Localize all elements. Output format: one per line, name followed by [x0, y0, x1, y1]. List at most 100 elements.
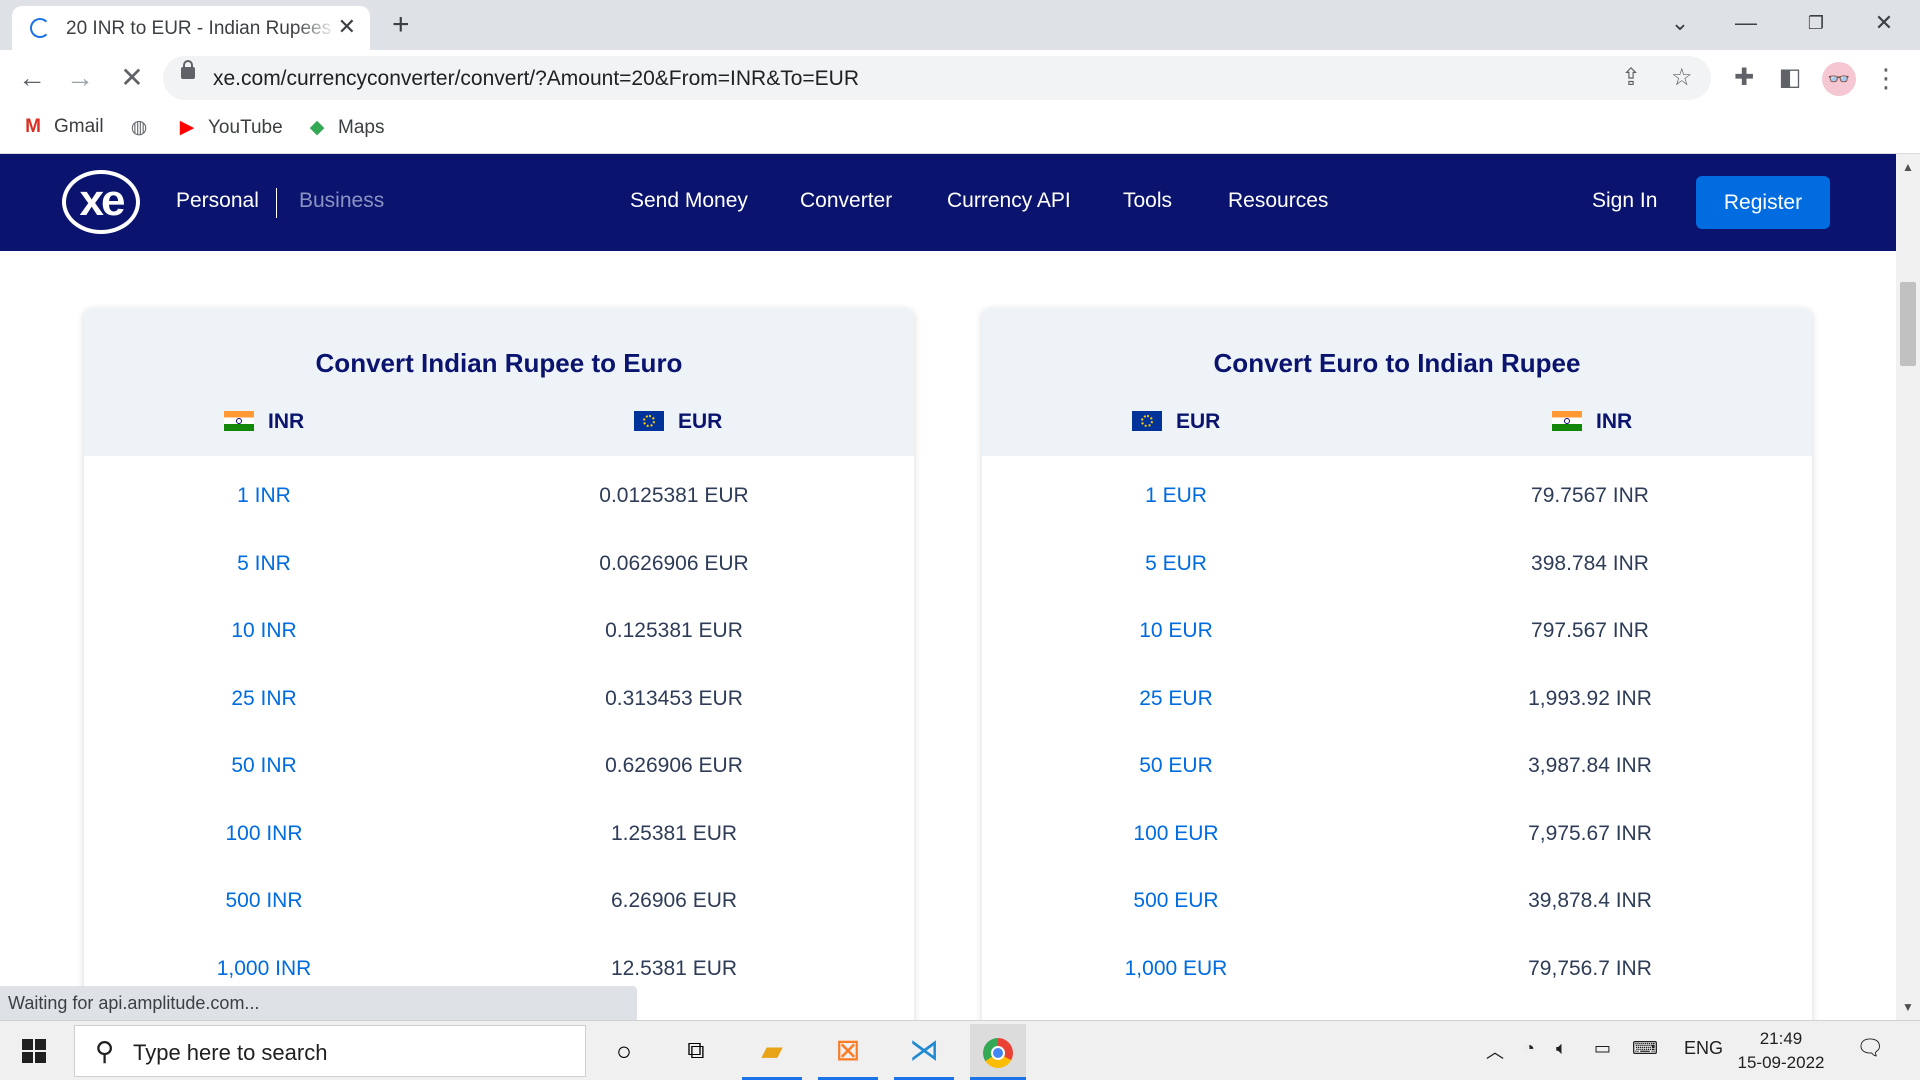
vscode-icon[interactable]: ⋊: [904, 1031, 944, 1071]
browser-tab[interactable]: 20 INR to EUR - Indian Rupees to Euros ✕: [12, 6, 370, 50]
bookmark-youtube[interactable]: ▶ YouTube: [174, 116, 283, 144]
menu-kebab-icon[interactable]: ⋮: [1868, 62, 1904, 94]
converted-value: 6.26906 EUR: [610, 889, 738, 912]
table-row: 5 INR 0.0626906 EUR: [84, 544, 914, 584]
table-row: 10 INR 0.125381 EUR: [84, 611, 914, 651]
register-button[interactable]: Register: [1696, 176, 1830, 229]
stop-loading-icon[interactable]: ✕: [114, 62, 150, 94]
nav-personal[interactable]: Personal: [176, 189, 259, 213]
scroll-down-arrow-icon[interactable]: ▼: [1902, 1000, 1914, 1014]
clock-time: 21:49: [1759, 1029, 1803, 1048]
amount-link[interactable]: 5 INR: [164, 552, 364, 576]
eu-flag-icon: [634, 411, 664, 431]
column-header-to: EUR: [634, 410, 722, 434]
windows-start-icon[interactable]: [22, 1039, 46, 1063]
amount-link[interactable]: 1,000 EUR: [1076, 957, 1276, 981]
amount-link[interactable]: 1 EUR: [1076, 484, 1276, 508]
amount-link[interactable]: 25 EUR: [1076, 687, 1276, 711]
converted-value: 7,975.67 INR: [1528, 822, 1652, 845]
table-row: 500 EUR 39,878.4 INR: [982, 881, 1812, 921]
xe-logo[interactable]: xe: [62, 170, 140, 234]
browser-tab-strip: 20 INR to EUR - Indian Rupees to Euros ✕…: [0, 0, 1920, 50]
scroll-thumb[interactable]: [1900, 282, 1916, 366]
amount-link[interactable]: 50 INR: [164, 754, 364, 778]
amount-link[interactable]: 500 EUR: [1076, 889, 1276, 913]
converted-value: 0.0125381 EUR: [599, 484, 749, 507]
volume-icon[interactable]: 🔈︎: [1556, 1038, 1567, 1059]
side-panel-icon[interactable]: ◧: [1772, 62, 1808, 94]
tab-close-icon[interactable]: ✕: [338, 16, 356, 38]
file-explorer-icon[interactable]: ▰: [752, 1031, 792, 1071]
amount-link[interactable]: 25 INR: [164, 687, 364, 711]
tab-search-chevron-icon[interactable]: ⌄: [1660, 8, 1700, 38]
taskbar-search-box[interactable]: ⚲ Type here to search: [74, 1025, 586, 1077]
amount-link[interactable]: 1 INR: [164, 484, 364, 508]
converted-value: 0.125381 EUR: [605, 619, 743, 642]
eu-flag-icon: [1132, 411, 1162, 431]
page-scrollbar[interactable]: ▲ ▼: [1896, 154, 1920, 1020]
minimize-icon[interactable]: —: [1726, 8, 1766, 38]
chrome-taskbar-icon[interactable]: [970, 1024, 1026, 1078]
converted-value: 0.0626906 EUR: [599, 552, 749, 575]
loading-spinner-icon: [30, 18, 50, 38]
profile-avatar[interactable]: 👓: [1822, 62, 1856, 96]
card-title: Convert Euro to Indian Rupee: [1213, 348, 1581, 378]
converted-value: 1.25381 EUR: [610, 822, 738, 845]
gmail-icon: M: [25, 116, 41, 137]
amount-link[interactable]: 5 EUR: [1076, 552, 1276, 576]
nav-currency-api[interactable]: Currency API: [947, 189, 1071, 213]
url-text[interactable]: xe.com/currencyconverter/convert/?Amount…: [213, 67, 859, 91]
table-row: 50 INR 0.626906 EUR: [84, 746, 914, 786]
xampp-icon[interactable]: ⊠: [828, 1031, 868, 1071]
column-header-from: EUR: [1132, 410, 1220, 434]
amount-link[interactable]: 100 INR: [164, 822, 364, 846]
sign-in-link[interactable]: Sign In: [1592, 189, 1657, 213]
keyboard-icon[interactable]: ⌨: [1632, 1038, 1658, 1059]
taskbar-search-placeholder: Type here to search: [133, 1040, 328, 1065]
task-view-icon[interactable]: ⧉: [676, 1031, 716, 1071]
extensions-puzzle-icon[interactable]: ✚: [1726, 62, 1762, 94]
language-indicator[interactable]: ENG: [1684, 1038, 1723, 1059]
converted-value: 79,756.7 INR: [1528, 957, 1652, 980]
converted-value: 79.7567 INR: [1531, 484, 1649, 507]
column-header-to: INR: [1552, 410, 1632, 434]
india-flag-icon: [1552, 411, 1582, 431]
lock-icon[interactable]: [181, 60, 195, 79]
table-row: 25 INR 0.313453 EUR: [84, 679, 914, 719]
search-icon: ⚲: [95, 1036, 115, 1066]
window-close-icon[interactable]: ✕: [1864, 8, 1904, 38]
scroll-up-arrow-icon[interactable]: ▲: [1902, 160, 1914, 174]
cortana-icon[interactable]: ○: [604, 1031, 644, 1071]
amount-link[interactable]: 10 INR: [164, 619, 364, 643]
taskbar-clock[interactable]: 21:49 15-09-2022: [1736, 1027, 1826, 1075]
table-row: 25 EUR 1,993.92 INR: [982, 679, 1812, 719]
converted-value: 39,878.4 INR: [1528, 889, 1652, 912]
battery-icon[interactable]: ▭: [1594, 1038, 1611, 1059]
nav-resources[interactable]: Resources: [1228, 189, 1328, 213]
bookmark-gmail[interactable]: M Gmail: [20, 116, 104, 144]
bookmark-star-icon[interactable]: ☆: [1671, 64, 1693, 92]
amount-link[interactable]: 50 EUR: [1076, 754, 1276, 778]
table-row: 1 EUR 79.7567 INR: [982, 476, 1812, 516]
nav-send-money[interactable]: Send Money: [630, 189, 748, 213]
tray-overflow-icon[interactable]: ︿: [1486, 1038, 1504, 1064]
converted-value: 797.567 INR: [1531, 619, 1649, 642]
forward-icon[interactable]: →: [62, 62, 98, 94]
bookmark-globe[interactable]: ◍: [126, 116, 160, 144]
nav-business[interactable]: Business: [299, 189, 384, 213]
restore-icon[interactable]: ❐: [1796, 8, 1836, 38]
share-icon[interactable]: ⇪: [1621, 64, 1641, 92]
wifi-icon[interactable]: ◔: [1524, 1038, 1535, 1059]
nav-converter[interactable]: Converter: [800, 189, 892, 213]
amount-link[interactable]: 100 EUR: [1076, 822, 1276, 846]
address-bar[interactable]: xe.com/currencyconverter/convert/?Amount…: [163, 56, 1711, 100]
notifications-icon[interactable]: 🗨︎: [1856, 1035, 1884, 1061]
new-tab-icon[interactable]: +: [392, 8, 410, 42]
bookmark-maps[interactable]: ◆ Maps: [304, 116, 385, 144]
browser-toolbar: ← → ✕ xe.com/currencyconverter/convert/?…: [0, 50, 1920, 106]
amount-link[interactable]: 10 EUR: [1076, 619, 1276, 643]
amount-link[interactable]: 500 INR: [164, 889, 364, 913]
back-icon[interactable]: ←: [14, 62, 50, 94]
amount-link[interactable]: 1,000 INR: [164, 957, 364, 981]
nav-tools[interactable]: Tools: [1123, 189, 1172, 213]
